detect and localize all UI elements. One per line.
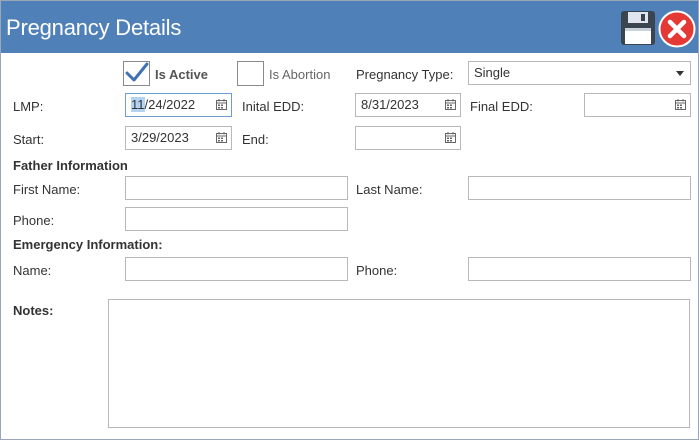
title-bar: Pregnancy Details — [1, 1, 698, 53]
emergency-name-input[interactable] — [125, 257, 348, 281]
lmp-date-input[interactable]: 11/24/2022 — [125, 93, 232, 117]
emergency-name-label: Name: — [13, 263, 52, 278]
is-abortion-checkbox[interactable] — [237, 61, 264, 86]
checkmark-icon — [125, 62, 149, 82]
calendar-icon[interactable] — [445, 99, 456, 110]
calendar-icon[interactable] — [216, 99, 227, 110]
initial-edd-input[interactable]: 8/31/2023 — [355, 93, 461, 117]
calendar-icon[interactable] — [445, 132, 456, 143]
calendar-icon[interactable] — [216, 132, 227, 143]
emergency-phone-label: Phone: — [356, 263, 398, 278]
lmp-selected-text: 11 — [131, 97, 145, 112]
start-label: Start: — [13, 132, 45, 147]
father-first-name-input[interactable] — [125, 176, 348, 200]
is-active-label: Is Active — [155, 67, 208, 82]
notes-label: Notes: — [13, 303, 54, 318]
lmp-label: LMP: — [13, 99, 44, 114]
pregnancy-type-select[interactable]: Single — [468, 61, 691, 85]
pregnancy-details-window: Pregnancy Details Is Active Is Abortion … — [0, 0, 699, 440]
start-date-input[interactable]: 3/29/2023 — [125, 126, 232, 150]
father-last-name-label: Last Name: — [356, 182, 423, 197]
chevron-down-icon — [676, 71, 684, 76]
start-date-value: 3/29/2023 — [131, 130, 189, 145]
is-abortion-label: Is Abortion — [269, 67, 331, 82]
floppy-disk-icon — [621, 11, 655, 45]
notes-textarea[interactable] — [108, 299, 690, 428]
father-phone-label: Phone: — [13, 213, 55, 228]
father-info-heading: Father Information — [13, 158, 128, 173]
end-label: End: — [242, 132, 269, 147]
close-circle-icon — [658, 10, 696, 48]
initial-edd-label: Inital EDD: — [242, 99, 305, 114]
emergency-info-heading: Emergency Information: — [13, 237, 163, 252]
end-date-input[interactable] — [355, 126, 461, 150]
final-edd-input[interactable] — [584, 93, 691, 117]
calendar-icon[interactable] — [675, 99, 686, 110]
father-last-name-input[interactable] — [468, 176, 691, 200]
pregnancy-type-value: Single — [474, 65, 511, 80]
father-first-name-label: First Name: — [13, 182, 81, 197]
pregnancy-type-label: Pregnancy Type: — [356, 67, 454, 82]
father-phone-input[interactable] — [125, 207, 348, 231]
close-button[interactable] — [658, 10, 696, 48]
is-active-checkbox[interactable] — [123, 61, 150, 86]
emergency-phone-input[interactable] — [468, 257, 691, 281]
final-edd-label: Final EDD: — [470, 99, 533, 114]
initial-edd-value: 8/31/2023 — [361, 97, 419, 112]
lmp-date-text: /24/2022 — [144, 97, 196, 112]
window-title: Pregnancy Details — [6, 15, 182, 40]
save-button[interactable] — [620, 10, 656, 46]
